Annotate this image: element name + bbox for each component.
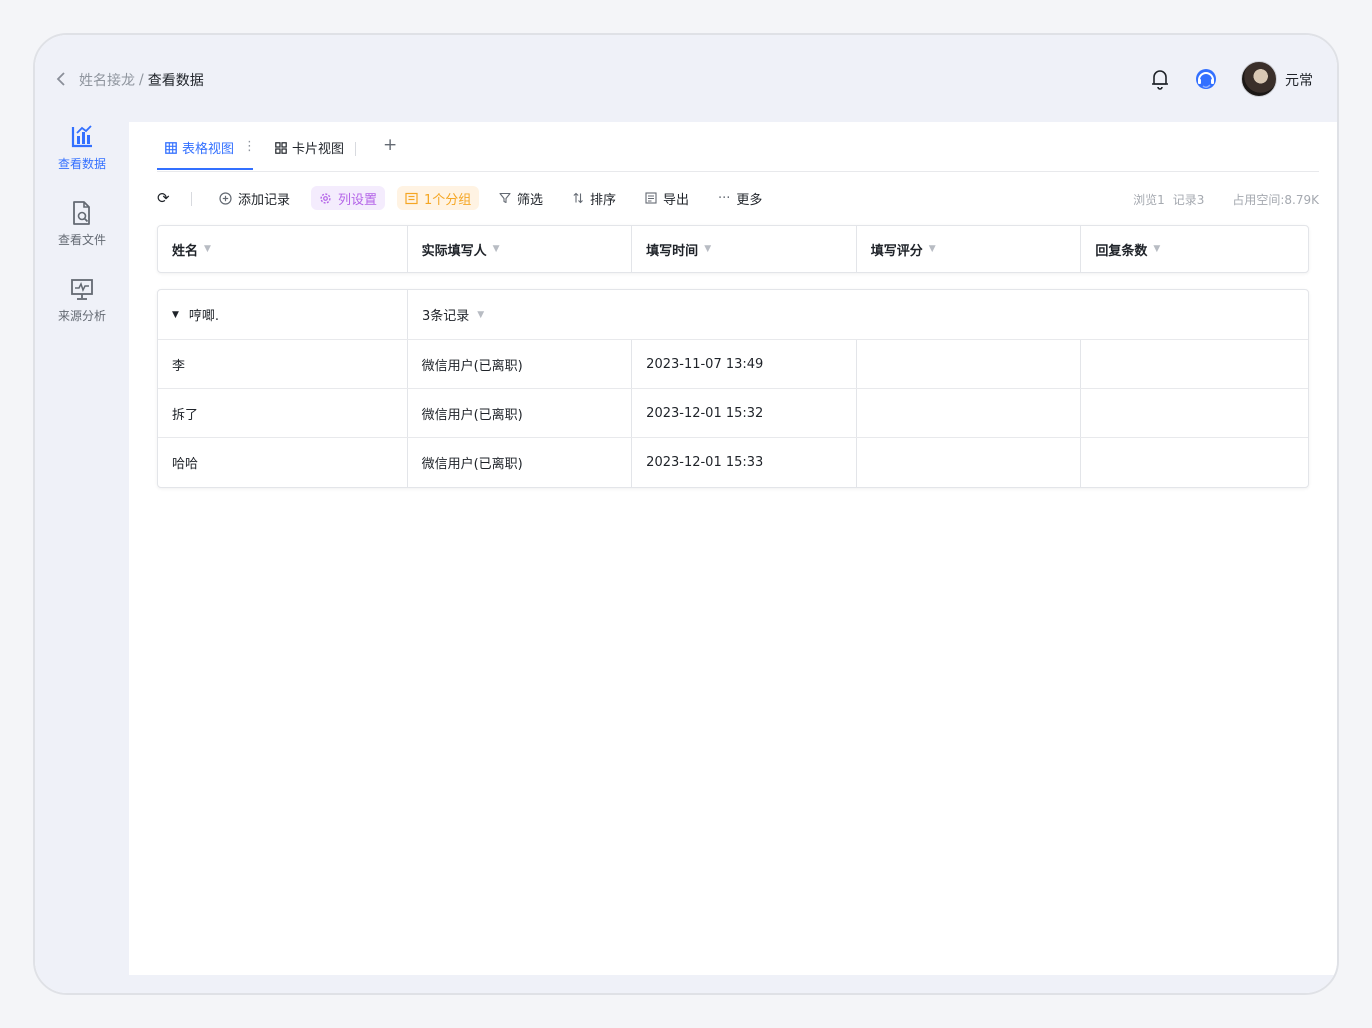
- cell-time[interactable]: 2023-12-01 15:32: [632, 389, 857, 437]
- group-name: 哼唧.: [188, 309, 220, 324]
- cell-name[interactable]: 哈哈: [158, 438, 408, 487]
- record-stats: 浏览1 记录3 占用空间:8.79K: [1133, 191, 1319, 208]
- column-header-filler[interactable]: 实际填写人 ▼: [408, 226, 633, 272]
- gear-icon: [320, 192, 331, 204]
- caret-down-icon: ▼: [204, 244, 211, 254]
- plus-circle-icon: [219, 191, 232, 205]
- sidebar-item-view-data[interactable]: 查看数据: [35, 121, 129, 197]
- file-search-icon: [73, 201, 90, 225]
- caret-down-icon: ▼: [704, 244, 712, 254]
- group-label: 1个分组: [424, 192, 472, 208]
- cell-name[interactable]: 拆了: [158, 389, 408, 437]
- caret-down-icon: ▼: [1153, 244, 1161, 254]
- cell-filler[interactable]: 微信用户(已离职): [408, 389, 633, 437]
- records-count: 记录3: [1172, 193, 1205, 207]
- sidebar-item-view-files[interactable]: 查看文件: [35, 197, 129, 273]
- cell-filler[interactable]: 微信用户(已离职): [408, 438, 633, 487]
- column-header-replies[interactable]: 回复条数 ▼: [1081, 226, 1308, 272]
- cell-time[interactable]: 2023-11-07 13:49: [632, 340, 857, 388]
- group-toggle[interactable]: ▼ 哼唧.: [158, 290, 408, 339]
- add-record-label: 添加记录: [238, 192, 291, 208]
- tab-table-view[interactable]: 表格视图: [165, 138, 234, 157]
- filter-icon: [499, 192, 511, 204]
- top-header: 姓名接龙 / 查看数据 元常: [35, 53, 1337, 107]
- table-body: ▼ 哼唧. 3条记录 ▼ 李 微信用户(已离职) 2023-11-07 13:4…: [157, 289, 1309, 488]
- column-header-time[interactable]: 填写时间 ▼: [632, 226, 857, 272]
- filter-label: 筛选: [517, 192, 544, 208]
- views-count: 浏览1: [1133, 193, 1165, 207]
- tab-divider: [355, 142, 356, 156]
- collapse-triangle-icon: ▼: [172, 309, 179, 320]
- more-label: 更多: [736, 192, 763, 208]
- add-record-button[interactable]: 添加记录: [219, 186, 290, 210]
- cell-score[interactable]: [857, 389, 1082, 437]
- toolbar-divider: [191, 192, 192, 206]
- refresh-button[interactable]: ⟳: [157, 186, 170, 210]
- export-button[interactable]: 导出: [645, 186, 689, 210]
- export-label: 导出: [663, 192, 690, 208]
- tab-card-view[interactable]: 卡片视图: [275, 138, 344, 157]
- breadcrumb-separator: /: [139, 72, 144, 88]
- cell-score[interactable]: [857, 438, 1082, 487]
- user-name[interactable]: 元常: [1285, 70, 1313, 90]
- customer-service-icon[interactable]: [1193, 66, 1219, 92]
- more-dots-icon: ···: [718, 190, 731, 206]
- tab-label: 卡片视图: [292, 142, 345, 157]
- add-view-button[interactable]: +: [383, 135, 397, 155]
- column-settings-label: 列设置: [338, 192, 378, 208]
- column-header-name[interactable]: 姓名 ▼: [158, 226, 408, 272]
- table-row[interactable]: 拆了 微信用户(已离职) 2023-12-01 15:32: [158, 389, 1308, 438]
- sidebar-item-label: 查看数据: [57, 157, 106, 171]
- cell-filler[interactable]: 微信用户(已离职): [408, 340, 633, 388]
- user-avatar[interactable]: [1241, 61, 1277, 97]
- refresh-icon: ⟳: [157, 189, 170, 207]
- tab-more-kebab-icon[interactable]: ⋮: [243, 139, 256, 154]
- grid-table-icon: [165, 141, 177, 154]
- sidebar: 查看数据 查看文件 来源分析: [35, 121, 129, 349]
- breadcrumb: 姓名接龙 / 查看数据: [79, 70, 204, 90]
- storage-used: 占用空间:8.79K: [1232, 193, 1319, 207]
- cell-score[interactable]: [857, 340, 1082, 388]
- sort-button[interactable]: 排序: [572, 186, 616, 210]
- sort-icon: [573, 192, 583, 204]
- cell-replies[interactable]: [1081, 389, 1308, 437]
- table-header: 姓名 ▼ 实际填写人 ▼ 填写时间 ▼ 填写评分 ▼ 回复条数 ▼: [157, 225, 1309, 273]
- group-button[interactable]: 1个分组: [397, 186, 480, 210]
- device-frame: 姓名接龙 / 查看数据 元常 查看数据 查看文件 来源分析 表格视图 ⋮ 卡片视…: [33, 33, 1339, 995]
- table-row[interactable]: 哈哈 微信用户(已离职) 2023-12-01 15:33: [158, 438, 1308, 487]
- breadcrumb-parent[interactable]: 姓名接龙: [79, 70, 135, 90]
- column-settings-button[interactable]: 列设置: [311, 186, 386, 210]
- export-icon: [645, 192, 657, 204]
- caret-down-icon: ▼: [928, 244, 936, 254]
- filter-button[interactable]: 筛选: [499, 186, 543, 210]
- monitor-analysis-icon: [71, 279, 93, 300]
- active-tab-underline: [157, 168, 253, 170]
- sidebar-item-source-analysis[interactable]: 来源分析: [35, 273, 129, 349]
- sort-label: 排序: [590, 192, 617, 208]
- table-row[interactable]: 李 微信用户(已离职) 2023-11-07 13:49: [158, 340, 1308, 389]
- breadcrumb-current: 查看数据: [147, 73, 204, 89]
- group-icon: [405, 192, 418, 204]
- toolbar: ⟳ 添加记录 列设置 1个分组 筛选 排序 导出 ··· 更多 浏览1 记录3 …: [157, 184, 1319, 212]
- chart-icon: [71, 125, 92, 148]
- column-header-score[interactable]: 填写评分 ▼: [857, 226, 1082, 272]
- back-arrow-icon[interactable]: [53, 69, 69, 89]
- caret-down-icon: ▼: [477, 309, 485, 320]
- more-button[interactable]: ··· 更多: [718, 186, 762, 210]
- cell-replies[interactable]: [1081, 340, 1308, 388]
- sidebar-item-label: 来源分析: [57, 309, 106, 323]
- bell-icon[interactable]: [1149, 67, 1171, 91]
- cell-replies[interactable]: [1081, 438, 1308, 487]
- cell-name[interactable]: 李: [158, 340, 408, 388]
- group-row: ▼ 哼唧. 3条记录 ▼: [158, 290, 1308, 340]
- card-grid-icon: [275, 141, 287, 154]
- caret-down-icon: ▼: [492, 244, 500, 254]
- view-tabs: 表格视图 ⋮ 卡片视图 +: [157, 122, 1319, 172]
- app-shell: 姓名接龙 / 查看数据 元常 查看数据 查看文件 来源分析 表格视图 ⋮ 卡片视…: [35, 35, 1337, 993]
- main-panel: 表格视图 ⋮ 卡片视图 + ⟳ 添加记录 列设置 1个分组 筛选 排序 导出 ·…: [129, 122, 1337, 975]
- sidebar-item-label: 查看文件: [57, 233, 106, 247]
- group-count[interactable]: 3条记录 ▼: [408, 290, 1308, 339]
- tab-label: 表格视图: [182, 142, 235, 157]
- cell-time[interactable]: 2023-12-01 15:33: [632, 438, 857, 487]
